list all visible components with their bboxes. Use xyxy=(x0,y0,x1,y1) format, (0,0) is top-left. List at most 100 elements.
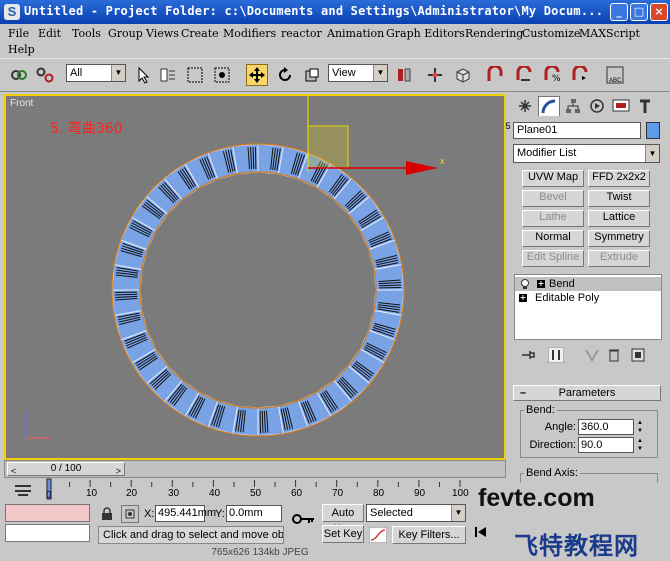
spinner-snap-icon[interactable] xyxy=(569,64,591,86)
time-slider[interactable]: < 0 / 100 > xyxy=(4,460,506,478)
select-and-move-icon[interactable] xyxy=(246,64,268,86)
menu-reactor[interactable]: reactor xyxy=(281,27,322,40)
object-name-field[interactable]: Plane01 xyxy=(513,122,641,139)
tick-label: 70 xyxy=(332,488,344,499)
pivot-center-icon[interactable] xyxy=(393,64,415,86)
menu-create[interactable]: Create xyxy=(181,27,219,40)
menu-group[interactable]: Group xyxy=(108,27,143,40)
direction-label: Direction: xyxy=(529,439,576,451)
key-icon[interactable] xyxy=(292,512,316,529)
tick-label: 40 xyxy=(209,488,221,499)
modifier-list-dropdown[interactable]: Modifier List ▼ xyxy=(513,144,660,163)
utilities-tab-icon[interactable] xyxy=(634,96,656,116)
front-viewport[interactable]: Front 5. 弯曲360 x xyxy=(4,94,506,460)
close-button[interactable]: × xyxy=(650,3,668,21)
bevel-button[interactable]: Bevel xyxy=(522,190,584,207)
menu-modifiers[interactable]: Modifiers xyxy=(223,27,276,40)
menu-maxscript[interactable]: MAXScript xyxy=(579,27,640,40)
expand-icon[interactable]: + xyxy=(519,294,527,302)
rectangular-selection-icon[interactable] xyxy=(184,64,206,86)
configure-modifier-sets-icon[interactable] xyxy=(628,346,648,364)
time-slider-thumb[interactable]: < 0 / 100 > xyxy=(7,462,125,476)
default-in-out-tangent-icon[interactable] xyxy=(367,526,389,544)
maxscript-listener-pink[interactable] xyxy=(5,504,90,522)
lathe-button[interactable]: Lathe xyxy=(522,210,584,227)
remove-modifier-icon[interactable] xyxy=(604,346,624,364)
normal-button[interactable]: Normal xyxy=(522,230,584,247)
hierarchy-tab-icon[interactable] xyxy=(562,96,584,116)
tick-label: 80 xyxy=(373,488,385,499)
parameters-rollout-header[interactable]: – Parameters xyxy=(513,385,661,401)
track-bar[interactable]: 0 10 20 30 40 50 60 70 80 90 100 xyxy=(0,478,505,502)
modify-tab-icon[interactable] xyxy=(538,96,560,116)
stack-item-editable-poly[interactable]: + Editable Poly xyxy=(515,291,661,305)
extrude-button[interactable]: Extrude xyxy=(588,250,650,267)
edit-spline-button[interactable]: Edit Spline xyxy=(522,250,584,267)
menu-views[interactable]: Views xyxy=(146,27,179,40)
window-crossing-icon[interactable] xyxy=(211,64,233,86)
angle-snap-icon[interactable] xyxy=(513,64,535,86)
display-tab-icon[interactable] xyxy=(610,96,632,116)
lattice-button[interactable]: Lattice xyxy=(588,210,650,227)
edit-named-selection-icon[interactable]: ABC xyxy=(604,64,626,86)
uvw-map-button[interactable]: UVW Map xyxy=(522,170,584,187)
menu-edit[interactable]: Edit xyxy=(38,27,61,40)
reference-coordinate-dropdown[interactable]: View ▼ xyxy=(328,64,388,82)
select-and-scale-icon[interactable] xyxy=(301,64,323,86)
next-frame-icon[interactable]: > xyxy=(116,465,121,477)
make-unique-icon[interactable] xyxy=(582,346,602,364)
menu-animation[interactable]: Animation xyxy=(327,27,384,40)
select-by-name-icon[interactable] xyxy=(157,64,179,86)
symmetry-button[interactable]: Symmetry xyxy=(588,230,650,247)
key-filters-button[interactable]: Key Filters... xyxy=(392,526,466,544)
minimize-button[interactable]: _ xyxy=(610,3,628,21)
angle-spinner[interactable]: 360.0 ▲ ▼ xyxy=(578,419,643,435)
percent-snap-icon[interactable]: % xyxy=(541,64,563,86)
menu-file[interactable]: File xyxy=(8,27,29,40)
selection-filter-value: All xyxy=(70,67,83,79)
set-key-button[interactable]: Set Key xyxy=(322,525,364,543)
maxscript-listener-white[interactable] xyxy=(5,524,90,542)
select-object-icon[interactable] xyxy=(132,64,154,86)
spinner-arrows-icon[interactable]: ▲ ▼ xyxy=(635,437,645,453)
unlink-icon[interactable] xyxy=(34,64,56,86)
lock-selection-icon[interactable] xyxy=(98,505,116,523)
show-end-result-icon[interactable] xyxy=(546,346,566,364)
selection-filter-dropdown[interactable]: All ▼ xyxy=(66,64,126,82)
bent-plane-ring-drawing: x xyxy=(25,96,445,439)
spinner-arrows-icon[interactable]: ▲ ▼ xyxy=(635,419,645,435)
maximize-button[interactable]: □ xyxy=(630,3,648,21)
absolute-mode-icon[interactable] xyxy=(121,505,139,523)
x-coordinate-field[interactable]: 495.441mm xyxy=(155,505,216,522)
direction-spinner[interactable]: 90.0 ▲ ▼ xyxy=(578,437,643,453)
create-tab-icon[interactable] xyxy=(514,96,536,116)
menu-graph-editors[interactable]: Graph Editors xyxy=(386,27,465,40)
ffd-2x2x2-button[interactable]: FFD 2x2x2 xyxy=(588,170,650,187)
select-manipulate-icon[interactable] xyxy=(424,64,446,86)
tick-label: 60 xyxy=(291,488,303,499)
previous-frame-icon[interactable]: < xyxy=(11,465,16,477)
reference-coordinate-value: View xyxy=(332,67,356,79)
snap-toggle-icon[interactable] xyxy=(484,64,506,86)
auto-key-button[interactable]: Auto Key xyxy=(322,504,364,535)
expand-icon[interactable]: + xyxy=(537,280,545,288)
keyboard-shortcut-override-icon[interactable] xyxy=(452,64,474,86)
menu-tools[interactable]: Tools xyxy=(72,27,101,40)
select-and-rotate-icon[interactable] xyxy=(274,64,296,86)
main-toolbar: All ▼ View ▼ 2.5 % xyxy=(0,58,670,137)
watermark-chinese: 飞特教程网 xyxy=(514,532,639,560)
key-mode-dropdown[interactable]: Selected ▼ xyxy=(366,504,466,522)
menu-help[interactable]: Help xyxy=(8,43,35,56)
bend-group-title: Bend: xyxy=(524,404,557,416)
menu-customize[interactable]: Customize xyxy=(522,27,580,40)
pin-stack-icon[interactable] xyxy=(518,346,538,364)
y-coordinate-field[interactable]: 0.0mm xyxy=(226,505,282,522)
menu-rendering[interactable]: Rendering xyxy=(465,27,523,40)
collapse-icon: – xyxy=(520,387,527,399)
object-color-swatch[interactable] xyxy=(646,122,660,139)
stack-item-bend[interactable]: + Bend xyxy=(515,277,661,291)
motion-tab-icon[interactable] xyxy=(586,96,608,116)
link-icon[interactable] xyxy=(8,64,30,86)
twist-button[interactable]: Twist xyxy=(588,190,650,207)
3dsmax-app-icon[interactable]: S xyxy=(4,4,20,20)
